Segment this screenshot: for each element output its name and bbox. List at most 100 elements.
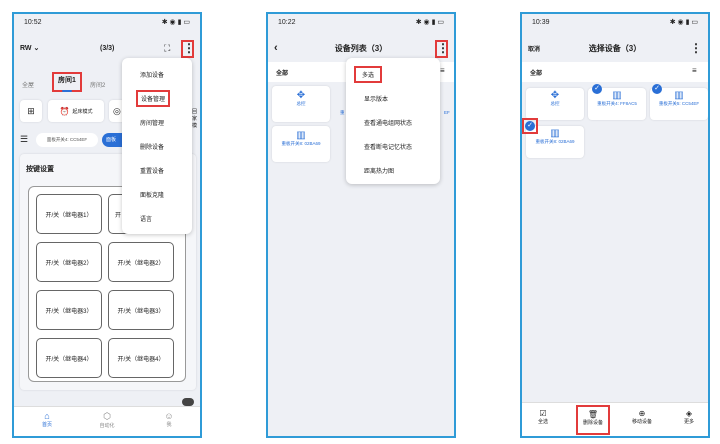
select-all-button[interactable]: ☑ 全选 [528, 409, 558, 425]
device-card-master[interactable]: ✥ 总控 [526, 88, 584, 120]
trash-icon: 🗑 [587, 410, 599, 419]
device-label: 重板开关4: FF8AC5 [597, 101, 637, 106]
device-card-panel8[interactable]: ▥ 重板开关8: 02BA69 [272, 126, 330, 162]
away-mode-icon: ◎ [113, 106, 121, 116]
menu-item-memory-status[interactable]: 查看断电记忆状态 [346, 134, 440, 158]
home-selector[interactable]: RW ⌄ [20, 44, 39, 52]
relay-button-2b[interactable]: 开/关（继电器2） [108, 242, 174, 282]
phone-screen-select-devices: 10:39 ✱ ◉ ▮ ▭ 取消 选择设备（3） ⋮ 全部 ≡ ✥ 总控 ▥ 重… [520, 12, 710, 438]
mode-label: 起床模式 [72, 108, 93, 115]
status-time: 10:22 [278, 18, 296, 26]
page-title: 选择设备（3） [588, 43, 642, 53]
chevron-down-icon: ⌄ [33, 45, 40, 52]
tab-room2[interactable]: 房间2 [90, 80, 105, 89]
menu-lines-icon[interactable]: ≡ [440, 66, 445, 75]
device-card-master[interactable]: ✥ 总控 [272, 86, 330, 122]
menu-item-distance-heatmap[interactable]: 距离热力图 [346, 158, 440, 182]
device-label: 总控 [550, 101, 560, 106]
options-menu: 多选 显示版本 查看通电组网状态 查看断电记忆状态 距离热力图 [346, 58, 440, 184]
phone-screen-device-list: 10:22 ✱ ◉ ▮ ▭ ‹ 设备列表（3） ⋮ 全部 ≡ ✥ 总控 重 EF… [266, 12, 456, 438]
status-icons: ✱ ◉ ▮ ▭ [415, 19, 444, 26]
relay-button-2[interactable]: 开/关（继电器2） [36, 242, 102, 282]
list-icon[interactable]: ☰ [20, 134, 28, 145]
device-chip[interactable]: 面板开关4: CC54EF [36, 133, 98, 147]
bottom-action-bar: ☑ 全选 🗑 删除设备 ⊕ 移动设备 ◈ 更多 [522, 402, 708, 436]
relay-button-3[interactable]: 开/关（继电器3） [36, 290, 102, 330]
menu-item-show-version[interactable]: 显示版本 [346, 86, 440, 110]
menu-lines-icon[interactable]: ≡ [692, 66, 697, 75]
move-icon: ⊕ [638, 409, 646, 418]
scan-icon[interactable]: ⛶ [164, 43, 170, 54]
tab-room1-label: 房间1 [58, 77, 76, 84]
menu-item-multi-select[interactable]: 多选 [346, 62, 440, 86]
menu-item-add-device[interactable]: 添加设备 [122, 62, 192, 86]
device-list-header: ‹ 设备列表（3） ⋮ [268, 36, 454, 60]
menu-item-label: 设备管理 [136, 89, 171, 107]
section-title: 按键设置 [26, 166, 54, 173]
action-label: 移动设备 [631, 419, 652, 425]
more-button[interactable]: ◈ 更多 [674, 409, 704, 425]
tab-all[interactable]: 全部 [276, 68, 288, 77]
filter-bar: 全部 ≡ [522, 62, 708, 82]
check-icon[interactable]: ✓ [525, 121, 535, 131]
relay-button-4[interactable]: 开/关（继电器4） [36, 338, 102, 378]
more-menu-button[interactable]: ⋮ [435, 40, 449, 58]
nav-me[interactable]: ☺ 我 [154, 411, 184, 428]
menu-item-network-status[interactable]: 查看通电组网状态 [346, 110, 440, 134]
grid-icon[interactable]: ⊞ [20, 100, 42, 122]
menu-item-delete-device[interactable]: 删除设备 [122, 134, 192, 158]
panel-switch-icon: ▥ [296, 130, 306, 141]
nav-label: 我 [166, 422, 172, 428]
device-label: 重板开关5: CC54EF [658, 101, 700, 106]
cube-icon: ⬡ [103, 411, 111, 421]
phone-screen-home: 10:52 ✱ ◉ ▮ ▭ RW ⌄ (3/3) ⛶ ⋮ 全屋 房间1 房间2 … [12, 12, 202, 438]
more-vertical-icon[interactable]: ⋮ [690, 42, 702, 54]
select-header: 取消 选择设备（3） ⋮ [522, 36, 708, 60]
check-icon: ✓ [652, 84, 662, 94]
nav-home[interactable]: ⌂ 首页 [32, 411, 62, 428]
more-menu-button[interactable]: ⋮ [181, 40, 195, 58]
menu-item-language[interactable]: 语言 [122, 206, 192, 230]
menu-item-label: 多选 [354, 65, 383, 83]
tab-all-rooms[interactable]: 全屋 [22, 80, 34, 89]
check-icon: ✓ [592, 84, 602, 94]
toggle-switch[interactable] [182, 398, 194, 406]
status-time: 10:52 [24, 18, 42, 26]
relay-button-4b[interactable]: 开/关（继电器4） [108, 338, 174, 378]
relay-button-3b[interactable]: 开/关（继电器3） [108, 290, 174, 330]
nav-label: 自动化 [99, 423, 115, 429]
home-icon: ⌂ [44, 411, 50, 421]
more-vertical-icon: ⋮ [437, 41, 449, 55]
delete-device-button[interactable]: 🗑 删除设备 [576, 405, 610, 435]
dpad-icon: ✥ [296, 90, 306, 101]
device-card-partial-right: EF [444, 110, 450, 115]
home-header: RW ⌄ (3/3) ⛶ ⋮ [14, 36, 200, 60]
device-label: 重板开关8: 02BA69 [281, 141, 321, 146]
menu-item-device-management[interactable]: 设备管理 [122, 86, 192, 110]
action-label: 更多 [683, 419, 694, 425]
mode-button-wakeup[interactable]: ⏰ 起床模式 [48, 100, 104, 122]
menu-item-room-management[interactable]: 房间管理 [122, 110, 192, 134]
tab-room1[interactable]: 房间1 [52, 72, 82, 92]
action-label: 全选 [537, 419, 548, 425]
mode-button-home-label[interactable]: 回家模 [192, 108, 200, 129]
relay-button-1[interactable]: 开/关（继电器1） [36, 194, 102, 234]
page-title: 设备列表（3） [334, 43, 388, 53]
nav-label: 首页 [41, 422, 52, 428]
tab-all[interactable]: 全部 [530, 68, 542, 77]
device-label: 总控 [296, 101, 306, 106]
page-count: (3/3) [100, 44, 115, 52]
move-device-button[interactable]: ⊕ 移动设备 [626, 409, 658, 425]
device-label: 重板开关8: 02BA69 [535, 139, 575, 144]
user-icon: ☺ [164, 411, 174, 421]
menu-item-reset-device[interactable]: 重置设备 [122, 158, 192, 182]
alarm-clock-icon: ⏰ [59, 106, 70, 116]
checkbox-icon: ☑ [539, 409, 547, 418]
dpad-icon: ✥ [550, 90, 560, 101]
status-icons: ✱ ◉ ▮ ▭ [669, 19, 698, 26]
menu-item-panel-clone[interactable]: 面板克隆 [122, 182, 192, 206]
nav-automation[interactable]: ⬡ 自动化 [92, 411, 122, 429]
status-icons: ✱ ◉ ▮ ▭ [161, 19, 190, 26]
status-bar: 10:52 ✱ ◉ ▮ ▭ [14, 14, 200, 30]
status-time: 10:39 [532, 18, 550, 26]
